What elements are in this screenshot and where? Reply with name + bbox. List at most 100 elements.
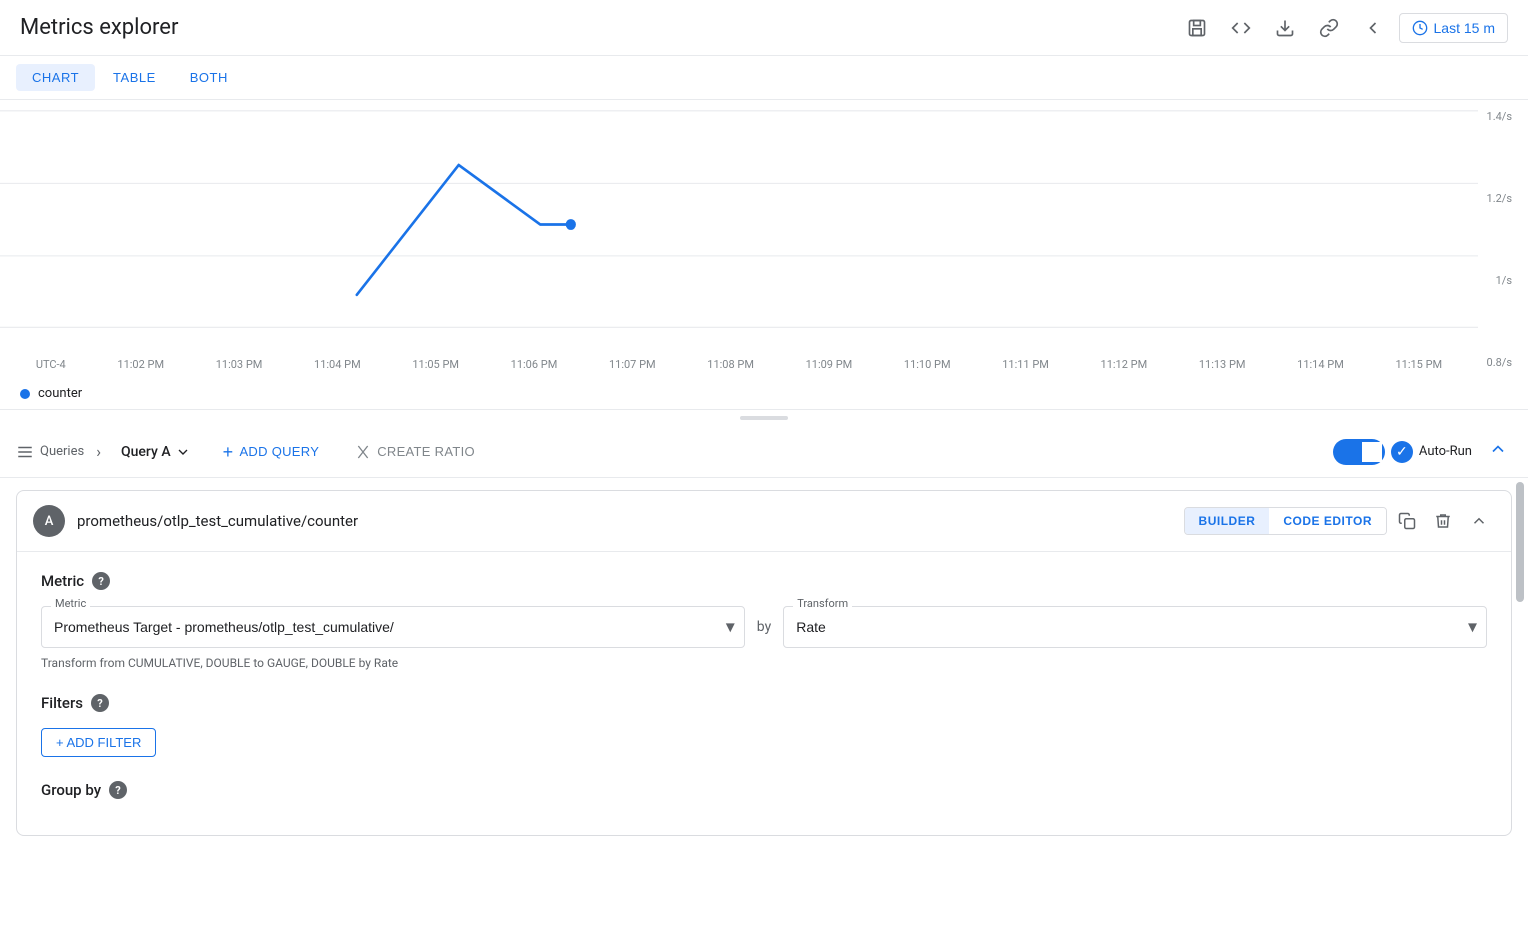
queries-text: Queries bbox=[40, 444, 84, 459]
metric-field-label: Metric bbox=[51, 597, 90, 610]
page-title: Metrics explorer bbox=[20, 15, 178, 40]
query-panel: A prometheus/otlp_test_cumulative/counte… bbox=[16, 490, 1512, 836]
x-label-1115: 11:15 PM bbox=[1395, 358, 1442, 371]
code-icon-button[interactable] bbox=[1223, 10, 1259, 46]
query-panel-wrapper: A prometheus/otlp_test_cumulative/counte… bbox=[0, 478, 1528, 848]
legend-dot bbox=[20, 389, 30, 399]
create-ratio-icon bbox=[355, 444, 371, 460]
chevron-up-icon bbox=[1470, 512, 1488, 530]
delete-query-button[interactable] bbox=[1427, 505, 1459, 537]
y-label-1: 1.2/s bbox=[1487, 192, 1512, 205]
x-label-1108: 11:08 PM bbox=[707, 358, 754, 371]
toggle-thumb bbox=[1362, 442, 1382, 462]
builder-tab[interactable]: BUILDER bbox=[1185, 508, 1270, 534]
query-panel-actions: BUILDER CODE EDITOR bbox=[1184, 505, 1495, 537]
metric-select[interactable]: Prometheus Target - prometheus/otlp_test… bbox=[41, 606, 745, 648]
metric-section-header: Metric ? bbox=[41, 572, 1487, 590]
filters-section: Filters ? + ADD FILTER bbox=[41, 694, 1487, 757]
header-actions: Last 15 m bbox=[1179, 10, 1508, 46]
scrollbar[interactable] bbox=[1516, 478, 1524, 848]
transform-select[interactable]: Rate bbox=[783, 606, 1487, 648]
save-icon-button[interactable] bbox=[1179, 10, 1215, 46]
metric-help-icon[interactable]: ? bbox=[92, 572, 110, 590]
time-range-button[interactable]: Last 15 m bbox=[1399, 13, 1508, 43]
header: Metrics explorer Last 15 m bbox=[0, 0, 1528, 56]
download-icon-button[interactable] bbox=[1267, 10, 1303, 46]
collapse-query-button[interactable] bbox=[1463, 505, 1495, 537]
chart-svg-container bbox=[0, 100, 1478, 349]
drag-handle[interactable] bbox=[0, 410, 1528, 426]
x-label-1114: 11:14 PM bbox=[1297, 358, 1344, 371]
duplicate-query-button[interactable] bbox=[1391, 505, 1423, 537]
filters-section-header: Filters ? bbox=[41, 694, 1487, 712]
add-query-plus-icon: + bbox=[223, 443, 234, 461]
chart-y-labels: 1.4/s 1.2/s 1/s 0.8/s bbox=[1487, 100, 1512, 369]
query-panel-header: A prometheus/otlp_test_cumulative/counte… bbox=[17, 491, 1511, 552]
query-bar: Queries › Query A + ADD QUERY CREATE RAT… bbox=[0, 426, 1528, 478]
legend-label: counter bbox=[38, 386, 82, 401]
code-editor-tab[interactable]: CODE EDITOR bbox=[1269, 508, 1386, 534]
tab-both[interactable]: BOTH bbox=[174, 64, 244, 91]
group-by-help-icon[interactable]: ? bbox=[109, 781, 127, 799]
by-label: by bbox=[757, 619, 771, 635]
group-by-section: Group by ? bbox=[41, 781, 1487, 799]
query-body: Metric ? Metric Prometheus Target - prom… bbox=[17, 552, 1511, 835]
toggle-track bbox=[1333, 439, 1385, 465]
create-ratio-button[interactable]: CREATE RATIO bbox=[343, 438, 487, 466]
queries-icon bbox=[16, 443, 34, 461]
y-label-3: 0.8/s bbox=[1487, 356, 1512, 369]
scrollbar-thumb bbox=[1516, 482, 1524, 602]
filters-section-label: Filters bbox=[41, 694, 83, 712]
drag-handle-bar bbox=[740, 416, 788, 420]
add-query-button[interactable]: + ADD QUERY bbox=[211, 437, 332, 467]
back-icon-button[interactable] bbox=[1355, 10, 1391, 46]
view-tabs: CHART TABLE BOTH bbox=[0, 56, 1528, 100]
query-avatar: A bbox=[33, 505, 65, 537]
y-label-0: 1.4/s bbox=[1487, 110, 1512, 123]
trash-icon bbox=[1434, 512, 1452, 530]
y-label-2: 1/s bbox=[1496, 274, 1512, 287]
x-label-1103: 11:03 PM bbox=[216, 358, 263, 371]
transform-field-label: Transform bbox=[793, 597, 852, 610]
tab-table[interactable]: TABLE bbox=[97, 64, 172, 91]
x-label-1112: 11:12 PM bbox=[1101, 358, 1148, 371]
x-label-1111: 11:11 PM bbox=[1002, 358, 1049, 371]
collapse-button[interactable] bbox=[1484, 435, 1512, 469]
queries-label-group[interactable]: Queries bbox=[16, 443, 84, 461]
x-label-1110: 11:10 PM bbox=[904, 358, 951, 371]
chart-area: 1.4/s 1.2/s 1/s 0.8/s UTC-4 11:02 PM 11:… bbox=[0, 100, 1528, 410]
duplicate-icon bbox=[1398, 512, 1416, 530]
x-label-1107: 11:07 PM bbox=[609, 358, 656, 371]
link-icon-button[interactable] bbox=[1311, 10, 1347, 46]
collapse-icon bbox=[1488, 439, 1508, 459]
filters-help-icon[interactable]: ? bbox=[91, 694, 109, 712]
query-dropdown-icon bbox=[175, 444, 191, 460]
builder-code-tabs: BUILDER CODE EDITOR bbox=[1184, 507, 1387, 535]
x-label-1102: 11:02 PM bbox=[117, 358, 164, 371]
x-label-1109: 11:09 PM bbox=[806, 358, 853, 371]
query-bar-right: ✓ Auto-Run bbox=[1333, 435, 1512, 469]
x-label-utc: UTC-4 bbox=[36, 358, 66, 371]
group-by-section-header: Group by ? bbox=[41, 781, 1487, 799]
metric-section-label: Metric bbox=[41, 572, 84, 590]
transform-info: Transform from CUMULATIVE, DOUBLE to GAU… bbox=[41, 656, 1487, 670]
auto-run-toggle[interactable] bbox=[1333, 439, 1385, 465]
create-ratio-label: CREATE RATIO bbox=[377, 444, 475, 459]
add-filter-label: + ADD FILTER bbox=[56, 735, 141, 750]
query-selector[interactable]: Query A bbox=[113, 440, 199, 464]
auto-run-group: ✓ Auto-Run bbox=[1333, 439, 1472, 465]
x-label-1105: 11:05 PM bbox=[412, 358, 459, 371]
chart-legend: counter bbox=[20, 386, 82, 401]
add-query-label: ADD QUERY bbox=[239, 444, 319, 459]
breadcrumb-arrow: › bbox=[96, 442, 101, 461]
metric-row: Metric Prometheus Target - prometheus/ot… bbox=[41, 606, 1487, 648]
add-filter-button[interactable]: + ADD FILTER bbox=[41, 728, 156, 757]
query-metric-name: prometheus/otlp_test_cumulative/counter bbox=[77, 512, 1172, 530]
auto-run-label: Auto-Run bbox=[1419, 444, 1472, 459]
query-name: Query A bbox=[121, 444, 171, 460]
x-label-1104: 11:04 PM bbox=[314, 358, 361, 371]
tab-chart[interactable]: CHART bbox=[16, 64, 95, 91]
metric-select-container: Metric Prometheus Target - prometheus/ot… bbox=[41, 606, 745, 648]
chart-x-labels: UTC-4 11:02 PM 11:03 PM 11:04 PM 11:05 P… bbox=[0, 358, 1478, 371]
transform-select-container: Transform Rate ▾ bbox=[783, 606, 1487, 648]
